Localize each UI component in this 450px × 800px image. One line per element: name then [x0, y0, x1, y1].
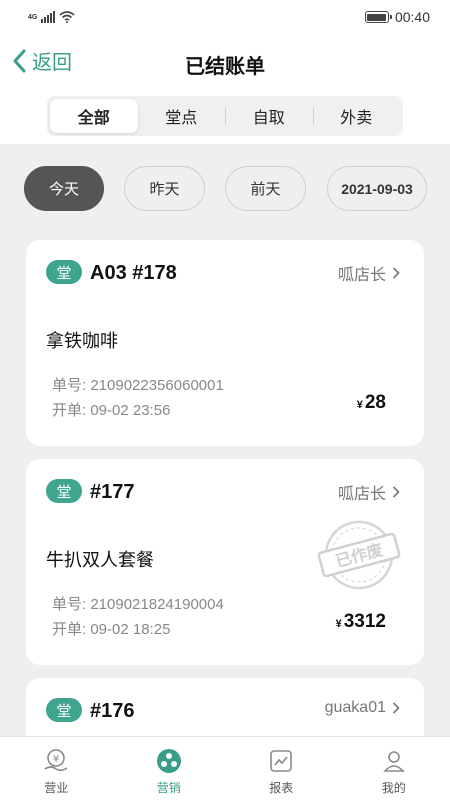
- chevron-left-icon: [13, 49, 26, 72]
- date-chip-custom[interactable]: 2021-09-03: [327, 166, 427, 211]
- profile-icon: [382, 751, 405, 772]
- order-open-time: 开单: 09-02 18:25: [52, 618, 170, 639]
- nav-label: 营业: [44, 781, 69, 795]
- order-type-badge: 堂: [46, 479, 82, 503]
- marketing-icon: [156, 749, 181, 773]
- wifi-icon: [59, 11, 75, 23]
- order-amount: ¥ 3312: [336, 611, 386, 633]
- header: 返回 已结账单: [0, 34, 450, 90]
- nav-label: 报表: [269, 781, 294, 795]
- open-time-label: 开单:: [52, 621, 87, 638]
- amount-value: 28: [364, 392, 386, 413]
- amount-value: 3312: [343, 611, 386, 632]
- date-chip-today[interactable]: 今天: [24, 166, 104, 211]
- chevron-right-icon: [392, 486, 400, 498]
- operator-name: 呱店长: [337, 267, 386, 284]
- nav-business[interactable]: ¥ 营业: [0, 737, 113, 800]
- status-bar: 4G 00:40: [0, 0, 450, 34]
- segmented-control: 全部 堂点 自取 外卖: [47, 96, 403, 136]
- date-chip-yesterday[interactable]: 昨天: [124, 166, 205, 211]
- battery-icon: [364, 11, 392, 23]
- date-chip-day-before[interactable]: 前天: [225, 166, 306, 211]
- order-amount: ¥ 28: [357, 392, 386, 414]
- status-left: 4G: [28, 11, 75, 23]
- nav-marketing[interactable]: 营销: [113, 737, 226, 800]
- chevron-right-icon: [392, 267, 400, 279]
- tab-all[interactable]: 全部: [50, 99, 138, 133]
- tab-dine-in[interactable]: 堂点: [138, 99, 226, 133]
- back-label: 返回: [32, 52, 72, 74]
- order-code: A03 #178: [90, 262, 177, 284]
- business-icon: ¥: [44, 749, 68, 772]
- order-number-value: 2109021824190004: [90, 596, 224, 613]
- order-number-label: 单号:: [52, 596, 87, 613]
- tab-delivery[interactable]: 外卖: [312, 99, 401, 133]
- order-code: #176: [90, 700, 135, 722]
- order-code: #177: [90, 481, 135, 503]
- open-time-value: 09-02 23:56: [90, 402, 171, 419]
- currency-symbol: ¥: [356, 399, 363, 411]
- nav-label: 营销: [156, 781, 181, 795]
- tab-pickup[interactable]: 自取: [225, 99, 313, 133]
- operator-name: guaka01: [324, 699, 386, 716]
- order-type-badge: 堂: [46, 698, 82, 722]
- open-time-value: 09-02 18:25: [90, 621, 171, 638]
- operator-name: 呱店长: [337, 486, 386, 503]
- order-operator[interactable]: 呱店长: [338, 480, 400, 504]
- clock: 00:40: [394, 9, 430, 25]
- order-number: 单号: 2109021824190004: [52, 593, 224, 614]
- network-type: 4G: [28, 13, 38, 21]
- bottom-nav: ¥ 营业 营销 报表 我的: [0, 736, 450, 800]
- back-button[interactable]: 返回: [10, 46, 72, 75]
- currency-symbol: ¥: [335, 618, 342, 630]
- order-item-name: 牛扒双人套餐: [46, 550, 154, 570]
- order-number: 单号: 2109022356060001: [52, 374, 224, 395]
- order-card[interactable]: 堂 A03 #178 呱店长 拿铁咖啡 单号: 2109022356060001…: [26, 240, 424, 446]
- order-operator[interactable]: 呱店长: [338, 261, 400, 285]
- signal-icon: [41, 11, 56, 23]
- date-filters: 今天 昨天 前天 2021-09-03: [0, 166, 450, 212]
- order-item-name: 拿铁咖啡: [46, 331, 118, 351]
- order-operator[interactable]: guaka01: [325, 699, 400, 717]
- nav-profile[interactable]: 我的: [338, 737, 450, 800]
- tabs-bar: 全部 堂点 自取 外卖: [0, 90, 450, 144]
- report-icon: [270, 750, 293, 772]
- order-type-badge: 堂: [46, 260, 82, 284]
- nav-label: 我的: [381, 781, 406, 795]
- order-number-value: 2109022356060001: [90, 377, 224, 394]
- order-number-label: 单号:: [52, 377, 87, 394]
- void-stamp-icon: 已作废: [317, 520, 401, 590]
- svg-text:¥: ¥: [53, 754, 59, 765]
- nav-report[interactable]: 报表: [225, 737, 338, 800]
- order-card[interactable]: 堂 #177 呱店长 牛扒双人套餐 已作废 单号: 21090218241900…: [26, 459, 424, 665]
- open-time-label: 开单:: [52, 402, 87, 419]
- chevron-right-icon: [392, 702, 400, 714]
- order-open-time: 开单: 09-02 23:56: [52, 399, 170, 420]
- void-stamp-text: 已作废: [333, 540, 384, 571]
- status-right: 00:40: [364, 9, 430, 25]
